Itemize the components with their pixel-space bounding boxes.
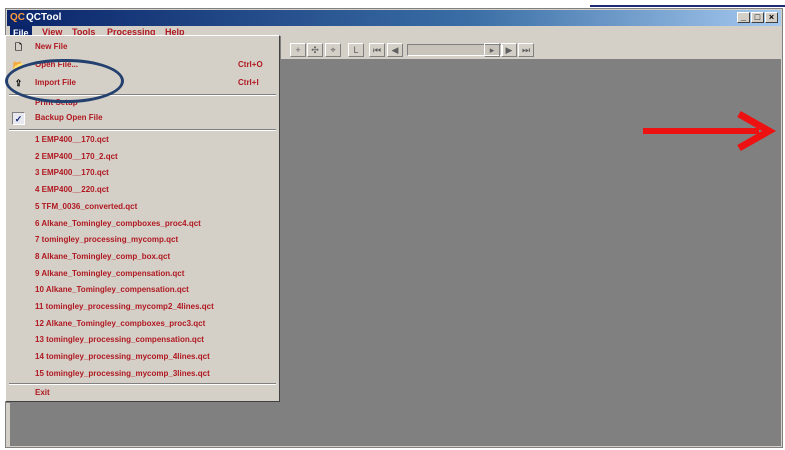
recent-file-item[interactable]: 6 Alkane_Tomingley_compboxes_proc4.qct bbox=[6, 217, 279, 232]
recent-file-label: 15 tomingley_processing_mycomp_3lines.qc… bbox=[35, 368, 210, 378]
menu-item-new-file[interactable]: 🗋 New File bbox=[6, 40, 279, 55]
recent-file-label: 12 Alkane_Tomingley_compboxes_proc3.qct bbox=[35, 318, 206, 328]
menu-item-backup-open-file[interactable]: ✓ Backup Open File bbox=[6, 111, 279, 126]
add-icon[interactable]: + bbox=[290, 43, 306, 57]
recent-file-item[interactable]: 14 tomingley_processing_mycomp_4lines.qc… bbox=[6, 350, 279, 365]
menu-separator bbox=[9, 383, 276, 385]
new-file-icon: 🗋 bbox=[14, 42, 23, 52]
recent-file-item[interactable]: 15 tomingley_processing_mycomp_3lines.qc… bbox=[6, 367, 279, 382]
maximize-button[interactable]: □ bbox=[751, 12, 764, 23]
recent-file-item[interactable]: 8 Alkane_Tomingley_comp_box.qct bbox=[6, 250, 279, 265]
checkmark-icon: ✓ bbox=[12, 112, 25, 125]
recent-file-label: 9 Alkane_Tomingley_compensation.qct bbox=[35, 268, 185, 278]
menu-item-exit[interactable]: Exit bbox=[6, 386, 279, 401]
menu-item-label: New File bbox=[35, 42, 68, 51]
recent-file-item[interactable]: 9 Alkane_Tomingley_compensation.qct bbox=[6, 267, 279, 282]
recent-file-item[interactable]: 2 EMP400__170_2.qct bbox=[6, 150, 279, 165]
recent-file-label: 10 Alkane_Tomingley_compensation.qct bbox=[35, 285, 189, 295]
move-icon[interactable]: ✣ bbox=[307, 43, 323, 57]
menu-item-label: Exit bbox=[35, 388, 50, 397]
previous-icon[interactable]: ◀ bbox=[387, 43, 403, 57]
minimize-button[interactable]: _ bbox=[737, 12, 750, 23]
node-icon[interactable]: ⌖ bbox=[325, 43, 341, 57]
first-icon[interactable]: ⏮ bbox=[369, 43, 385, 57]
qc-app-icon[interactable]: QC bbox=[10, 10, 25, 26]
recent-file-item[interactable]: 3 EMP400__170.qct bbox=[6, 166, 279, 181]
highlight-circle-annotation bbox=[5, 59, 124, 103]
recent-file-label: 1 EMP400__170.qct bbox=[35, 135, 109, 144]
recent-file-item[interactable]: 13 tomingley_processing_compensation.qct bbox=[6, 333, 279, 348]
recent-file-label: 2 EMP400__170_2.qct bbox=[35, 151, 118, 161]
top-edge-line bbox=[590, 5, 785, 7]
recent-file-item[interactable]: 10 Alkane_Tomingley_compensation.qct bbox=[6, 283, 279, 298]
title-bar[interactable]: QC QCTool _ □ × bbox=[7, 10, 781, 26]
menu-item-shortcut: Ctrl+I bbox=[238, 78, 259, 87]
recent-file-label: 11 tomingley_processing_mycomp2_4lines.q… bbox=[35, 302, 214, 311]
recent-file-label: 14 tomingley_processing_mycomp_4lines.qc… bbox=[35, 352, 210, 362]
recent-file-item[interactable]: 1 EMP400__170.qct bbox=[6, 133, 279, 148]
recent-file-item[interactable]: 11 tomingley_processing_mycomp2_4lines.q… bbox=[6, 300, 279, 315]
window-title: QCTool bbox=[26, 12, 62, 23]
red-arrow-annotation bbox=[643, 110, 776, 152]
last-icon[interactable]: ⏭ bbox=[518, 43, 534, 57]
recent-file-item[interactable]: 12 Alkane_Tomingley_compboxes_proc3.qct bbox=[6, 317, 279, 332]
menu-separator bbox=[9, 129, 276, 131]
menu-item-label: Backup Open File bbox=[35, 113, 103, 122]
recent-file-item[interactable]: 5 TFM_0036_converted.qct bbox=[6, 200, 279, 215]
recent-file-label: 5 TFM_0036_converted.qct bbox=[35, 201, 138, 211]
recent-file-label: 7 tomingley_processing_mycomp.qct bbox=[35, 235, 179, 245]
recent-file-label: 4 EMP400__220.qct bbox=[35, 185, 109, 195]
recent-file-item[interactable]: 4 EMP400__220.qct bbox=[6, 183, 279, 198]
next-icon[interactable]: ▶ bbox=[501, 43, 517, 57]
menu-item-shortcut: Ctrl+O bbox=[238, 60, 263, 69]
recent-file-label: 8 Alkane_Tomingley_comp_box.qct bbox=[35, 251, 171, 261]
recent-file-label: 13 tomingley_processing_compensation.qct bbox=[35, 335, 204, 345]
slider-end-icon[interactable]: ▸ bbox=[484, 43, 500, 57]
recent-file-label: 6 Alkane_Tomingley_compboxes_proc4.qct bbox=[35, 218, 201, 228]
close-button[interactable]: × bbox=[765, 12, 778, 23]
recent-file-label: 3 EMP400__170.qct bbox=[35, 168, 109, 178]
recent-file-item[interactable]: 7 tomingley_processing_mycomp.qct bbox=[6, 233, 279, 248]
label-icon[interactable]: L bbox=[348, 43, 364, 57]
